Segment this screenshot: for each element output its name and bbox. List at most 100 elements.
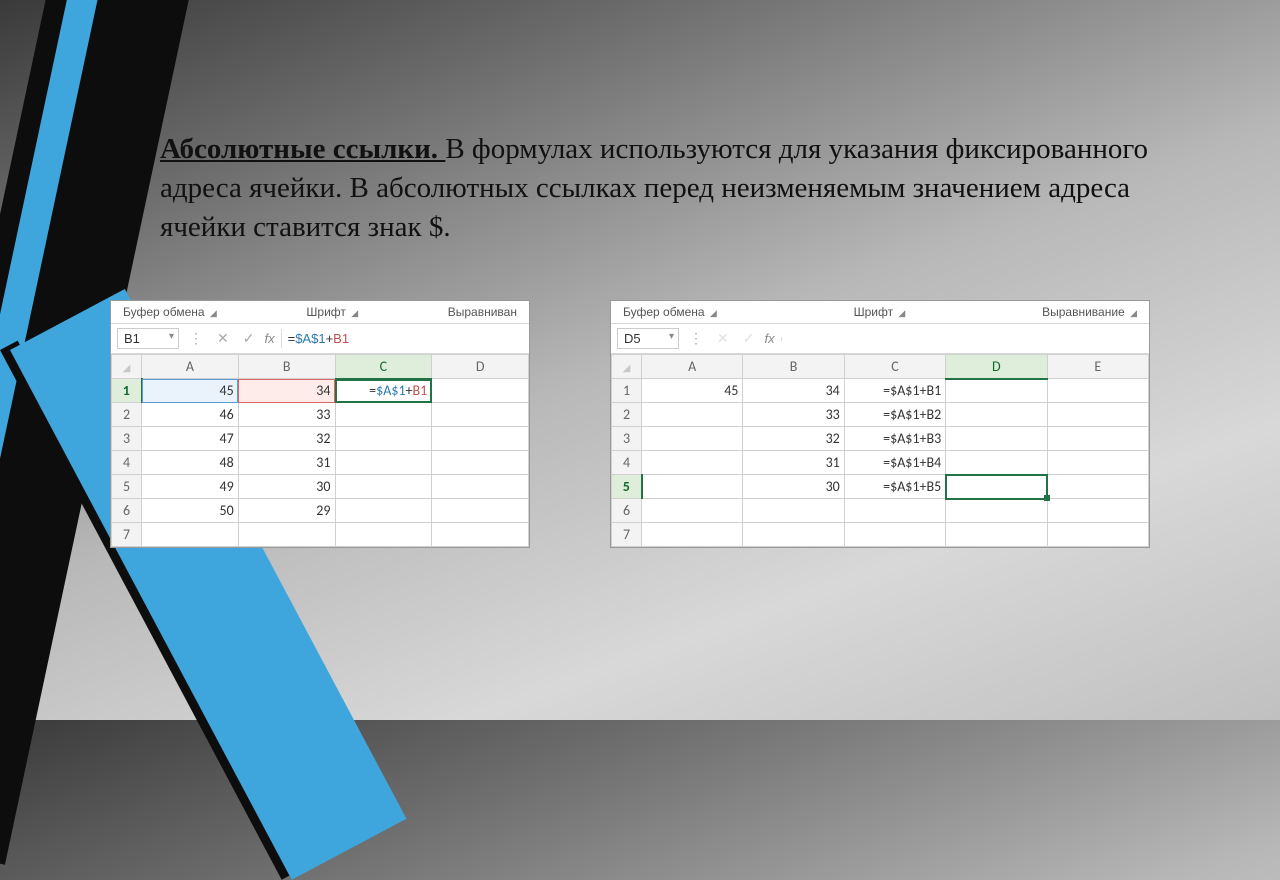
column-header[interactable]: E (1047, 355, 1148, 379)
cell[interactable] (238, 523, 335, 547)
row-header[interactable]: 2 (612, 403, 642, 427)
cell[interactable] (844, 523, 945, 547)
formula-bar[interactable] (781, 337, 1143, 341)
cell[interactable] (335, 427, 432, 451)
row-header[interactable]: 7 (612, 523, 642, 547)
cell[interactable]: =$A$1+B2 (844, 403, 945, 427)
row-header[interactable]: 4 (112, 451, 142, 475)
cell[interactable] (743, 499, 844, 523)
cell[interactable] (642, 403, 743, 427)
cell[interactable]: 31 (238, 451, 335, 475)
column-header[interactable]: B (238, 355, 335, 379)
row-header[interactable]: 4 (612, 451, 642, 475)
column-header[interactable]: A (142, 355, 239, 379)
dialog-launcher-icon[interactable]: ◢ (208, 308, 217, 318)
fx-icon[interactable]: fx (264, 331, 274, 346)
column-header[interactable]: B (743, 355, 844, 379)
cell[interactable]: =$A$1+B3 (844, 427, 945, 451)
cell[interactable]: 45 (142, 379, 239, 403)
cell[interactable] (335, 523, 432, 547)
cell[interactable] (642, 523, 743, 547)
cell[interactable] (432, 475, 529, 499)
select-all-corner[interactable] (612, 355, 642, 379)
fx-icon[interactable]: fx (764, 331, 774, 346)
spreadsheet-grid[interactable]: A B C D E 14534=$A$1+B1 233=$A$1+B2 332=… (611, 354, 1149, 547)
cell[interactable] (335, 499, 432, 523)
name-box[interactable]: D5 (617, 328, 679, 349)
name-box[interactable]: B1 (117, 328, 179, 349)
cell[interactable]: 46 (142, 403, 239, 427)
cell[interactable] (946, 451, 1047, 475)
cell-editing[interactable]: =$A$1+B1 (335, 379, 432, 403)
cell[interactable] (1047, 427, 1148, 451)
column-header[interactable]: D (432, 355, 529, 379)
fill-handle-icon[interactable] (1044, 495, 1050, 501)
cell[interactable] (1047, 523, 1148, 547)
enter-icon[interactable]: ✓ (239, 330, 259, 347)
row-header[interactable]: 1 (612, 379, 642, 403)
cell[interactable] (432, 427, 529, 451)
cell[interactable] (1047, 451, 1148, 475)
cell[interactable]: 32 (238, 427, 335, 451)
cell[interactable]: 30 (743, 475, 844, 499)
cell[interactable]: 33 (743, 403, 844, 427)
cell[interactable] (946, 427, 1047, 451)
dialog-launcher-icon[interactable]: ◢ (708, 308, 717, 318)
cell[interactable]: 45 (642, 379, 743, 403)
cell[interactable] (642, 451, 743, 475)
cell[interactable] (1047, 403, 1148, 427)
row-header[interactable]: 6 (112, 499, 142, 523)
cell[interactable]: =$A$1+B1 (844, 379, 945, 403)
cell[interactable] (335, 403, 432, 427)
cancel-icon[interactable]: ✕ (213, 330, 233, 347)
row-header[interactable]: 3 (112, 427, 142, 451)
cell[interactable]: =$A$1+B5 (844, 475, 945, 499)
cell-selected[interactable] (946, 475, 1047, 499)
row-header[interactable]: 6 (612, 499, 642, 523)
cell[interactable]: 34 (743, 379, 844, 403)
cell[interactable]: 47 (142, 427, 239, 451)
row-header[interactable]: 1 (112, 379, 142, 403)
row-header[interactable]: 5 (612, 475, 642, 499)
cell[interactable] (432, 451, 529, 475)
cell[interactable] (335, 451, 432, 475)
cell[interactable] (946, 499, 1047, 523)
cell[interactable] (844, 499, 945, 523)
column-header[interactable]: C (335, 355, 432, 379)
cell[interactable] (743, 523, 844, 547)
spreadsheet-grid[interactable]: A B C D 1 45 34 =$A$1+B1 24633 34732 448… (111, 354, 529, 547)
cell[interactable] (946, 523, 1047, 547)
dialog-launcher-icon[interactable]: ◢ (349, 308, 358, 318)
cell[interactable] (432, 379, 529, 403)
cell[interactable] (1047, 475, 1148, 499)
row-header[interactable]: 5 (112, 475, 142, 499)
dialog-launcher-icon[interactable]: ◢ (1128, 308, 1137, 318)
row-header[interactable]: 7 (112, 523, 142, 547)
cell[interactable]: =$A$1+B4 (844, 451, 945, 475)
cell[interactable]: 33 (238, 403, 335, 427)
formula-bar[interactable]: =$A$1+B1 (281, 329, 523, 348)
cell[interactable]: 32 (743, 427, 844, 451)
column-header[interactable]: D (946, 355, 1047, 379)
cell[interactable] (642, 427, 743, 451)
cell[interactable] (642, 499, 743, 523)
cell[interactable] (642, 475, 743, 499)
dialog-launcher-icon[interactable]: ◢ (896, 308, 905, 318)
cell[interactable]: 30 (238, 475, 335, 499)
column-header[interactable]: C (844, 355, 945, 379)
cell[interactable]: 29 (238, 499, 335, 523)
cell[interactable] (142, 523, 239, 547)
cell[interactable] (1047, 499, 1148, 523)
cell[interactable] (946, 379, 1047, 403)
column-header[interactable]: A (642, 355, 743, 379)
row-header[interactable]: 2 (112, 403, 142, 427)
cell[interactable]: 49 (142, 475, 239, 499)
cell[interactable] (432, 499, 529, 523)
cell[interactable] (335, 475, 432, 499)
cell[interactable]: 48 (142, 451, 239, 475)
cell[interactable]: 34 (238, 379, 335, 403)
cell[interactable] (946, 403, 1047, 427)
cell[interactable] (432, 403, 529, 427)
cell[interactable] (432, 523, 529, 547)
cell[interactable]: 31 (743, 451, 844, 475)
